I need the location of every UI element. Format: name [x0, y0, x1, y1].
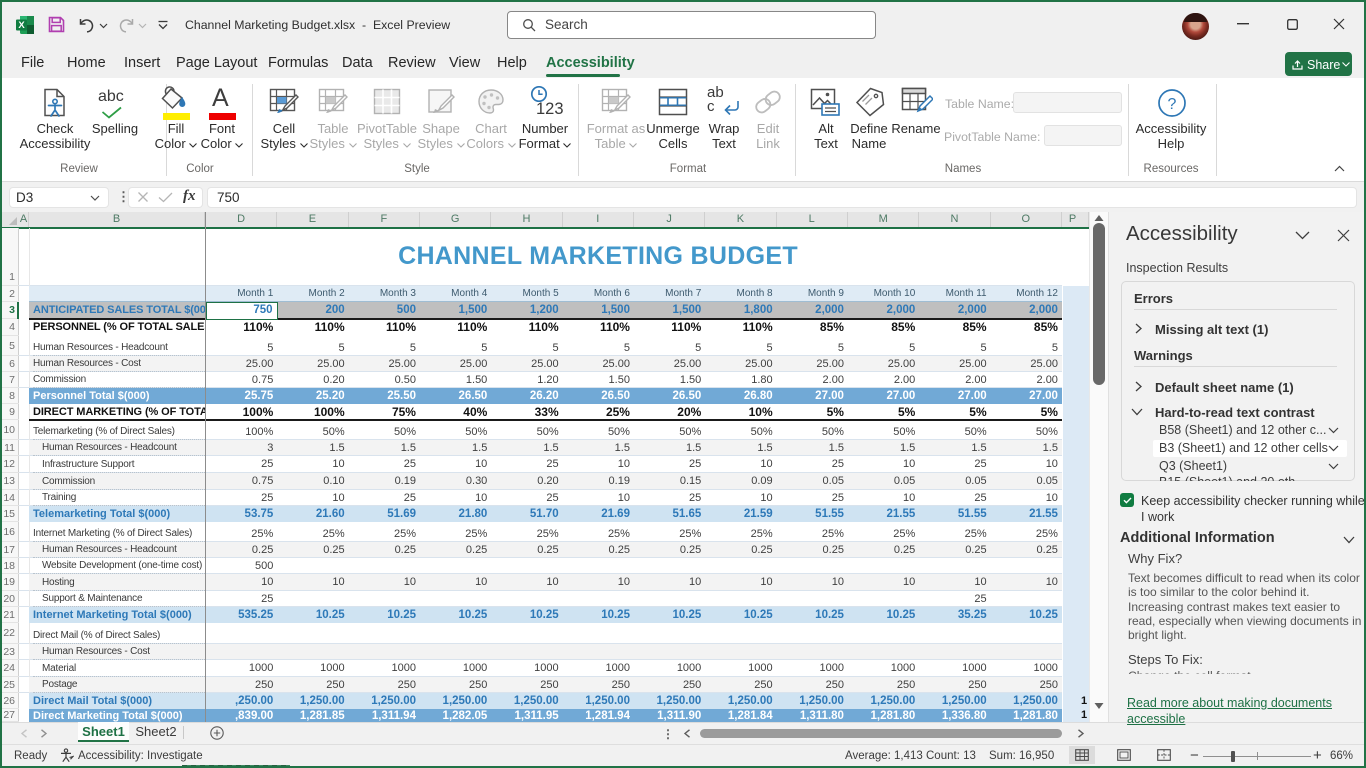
- svg-text:123: 123: [536, 100, 564, 118]
- svg-text:?: ?: [1168, 96, 1177, 113]
- svg-text:X: X: [18, 20, 25, 31]
